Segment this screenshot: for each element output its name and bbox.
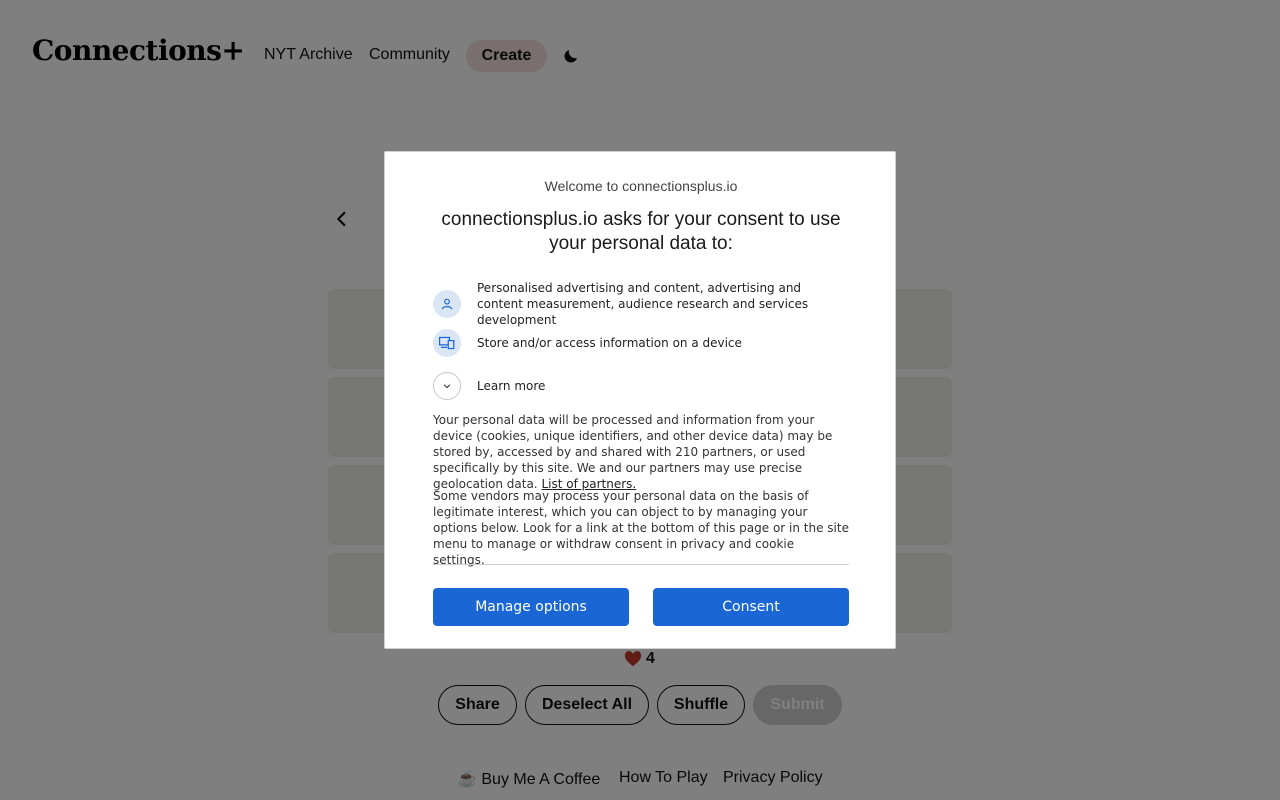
purpose-item: Personalised advertising and content, ad… (433, 280, 849, 328)
legitimate-interest-paragraph: Some vendors may process your personal d… (433, 489, 849, 567)
divider (433, 564, 849, 565)
learn-more-toggle[interactable]: Learn more (433, 372, 849, 400)
person-icon (433, 290, 461, 318)
consent-dialog: Welcome to connectionsplus.io connection… (384, 151, 896, 649)
manage-options-button[interactable]: Manage options (433, 588, 629, 626)
devices-icon (433, 329, 461, 357)
consent-welcome: Welcome to connectionsplus.io (544, 178, 738, 194)
learn-more-label[interactable]: Learn more (477, 378, 545, 394)
chevron-down-icon[interactable] (433, 372, 461, 400)
purpose-text: Store and/or access information on a dev… (477, 336, 742, 350)
consent-title: connectionsplus.io asks for your consent… (441, 209, 841, 254)
purpose-text: Personalised advertising and content, ad… (477, 281, 809, 327)
purpose-item: Store and/or access information on a dev… (433, 329, 849, 357)
consent-paragraph: Your personal data will be processed and… (433, 412, 849, 492)
consent-button[interactable]: Consent (653, 588, 849, 626)
